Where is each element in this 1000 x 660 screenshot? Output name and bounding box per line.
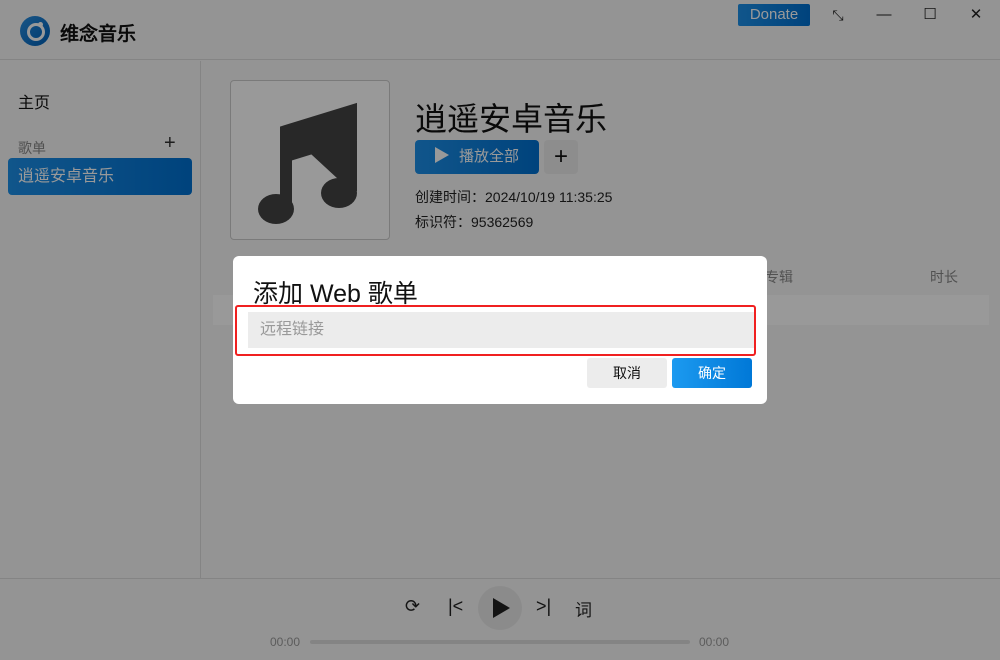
highlight-box: [235, 305, 756, 356]
add-web-playlist-dialog: 添加 Web 歌单 取消 确定: [233, 256, 767, 404]
cancel-button[interactable]: 取消: [587, 358, 667, 388]
confirm-button[interactable]: 确定: [672, 358, 752, 388]
